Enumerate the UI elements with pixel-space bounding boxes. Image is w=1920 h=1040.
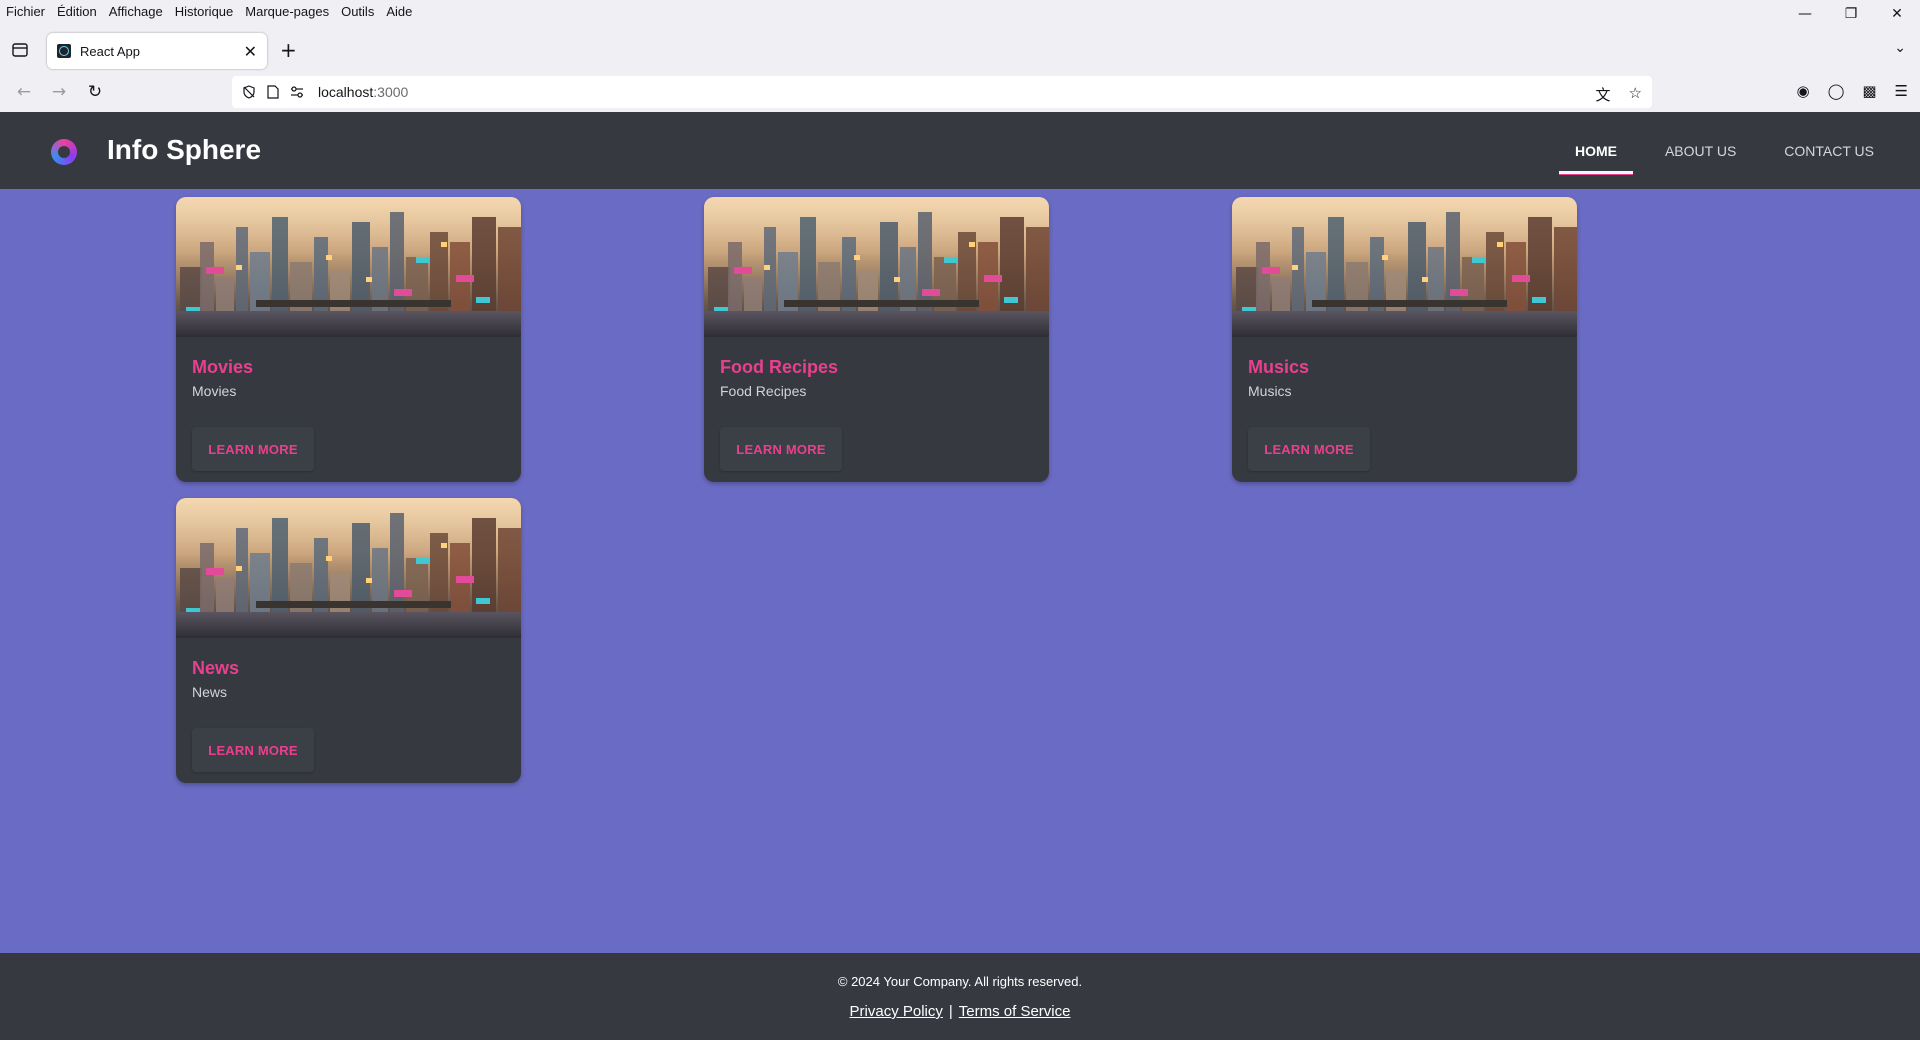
terms-of-service-link[interactable]: Terms of Service	[959, 1003, 1071, 1020]
card-description: Movies	[192, 383, 237, 399]
restore-icon[interactable]: ❐	[1828, 0, 1874, 28]
menu-fichier[interactable]: Fichier	[0, 4, 51, 19]
footer-copyright: © 2024 Your Company. All rights reserved…	[837, 974, 1083, 989]
url-host: localhost	[318, 84, 374, 100]
card-image	[176, 498, 521, 638]
card-image	[1232, 197, 1577, 337]
url-text: localhost:3000	[318, 84, 408, 100]
close-window-icon[interactable]: ✕	[1874, 0, 1920, 28]
tab-list-icon[interactable]	[8, 38, 32, 62]
page-icon[interactable]	[266, 85, 280, 99]
card-description: Food Recipes	[720, 383, 807, 399]
learn-more-button[interactable]: LEARN MORE	[720, 427, 842, 471]
menu-outils[interactable]: Outils	[335, 4, 380, 19]
card-musics: Musics Musics LEARN MORE	[1232, 197, 1577, 482]
learn-more-button[interactable]: LEARN MORE	[1248, 427, 1370, 471]
menu-hamburger-icon[interactable]: ☰	[1895, 82, 1908, 100]
toolbar-right: ◉ ◯ ▩ ☰	[1796, 82, 1908, 100]
card-image	[704, 197, 1049, 337]
window-controls: — ❐ ✕	[1782, 0, 1920, 28]
chevron-down-icon[interactable]: ⌄	[1894, 40, 1906, 56]
privacy-policy-link[interactable]: Privacy Policy	[850, 1003, 943, 1020]
translate-icon[interactable]: 文	[1596, 84, 1611, 105]
react-favicon-icon	[57, 44, 71, 58]
site-logo-icon[interactable]	[51, 139, 77, 165]
nav-contact-us[interactable]: CONTACT US	[1768, 112, 1890, 189]
tab-title: React App	[80, 43, 140, 59]
back-icon[interactable]: ←	[12, 80, 36, 104]
site-header: Info Sphere HOME ABOUT US CONTACT US	[0, 112, 1920, 189]
menu-marque-pages[interactable]: Marque-pages	[239, 4, 335, 19]
learn-more-button[interactable]: LEARN MORE	[192, 427, 314, 471]
nav-home[interactable]: HOME	[1558, 112, 1633, 189]
permissions-icon[interactable]	[290, 85, 304, 99]
forward-icon[interactable]: →	[47, 80, 71, 104]
site-footer: © 2024 Your Company. All rights reserved…	[0, 953, 1920, 1040]
card-news: News News LEARN MORE	[176, 498, 521, 783]
new-tab-icon[interactable]: +	[280, 40, 297, 60]
menu-aide[interactable]: Aide	[380, 4, 418, 19]
card-image	[176, 197, 521, 337]
minimize-icon[interactable]: —	[1782, 0, 1828, 28]
footer-separator: |	[948, 1003, 953, 1020]
pocket-icon[interactable]: ◉	[1796, 82, 1809, 100]
url-port: :3000	[373, 84, 409, 100]
close-tab-icon[interactable]: ✕	[244, 42, 257, 61]
tracking-protection-icon[interactable]	[242, 85, 256, 99]
menu-affichage[interactable]: Affichage	[103, 4, 169, 19]
bookmark-star-icon[interactable]: ☆	[1629, 84, 1642, 105]
card-title: News	[192, 658, 240, 678]
page-viewport: Info Sphere HOME ABOUT US CONTACT US Mov…	[0, 112, 1920, 1040]
account-icon[interactable]: ◯	[1828, 82, 1845, 100]
tab-react-app[interactable]: React App ✕	[47, 33, 267, 69]
card-description: Musics	[1248, 383, 1292, 399]
reload-icon[interactable]: ↻	[83, 80, 107, 104]
tab-bar: React App ✕ + ⌄	[0, 28, 1920, 72]
menu-historique[interactable]: Historique	[169, 4, 240, 19]
card-title: Movies	[192, 357, 254, 377]
menu-edition[interactable]: Édition	[51, 4, 103, 19]
extensions-icon[interactable]: ▩	[1862, 82, 1876, 100]
card-title: Musics	[1248, 357, 1310, 377]
card-description: News	[192, 684, 228, 700]
menu-bar: Fichier Édition Affichage Historique Mar…	[0, 0, 1920, 22]
url-bar[interactable]: localhost:3000 文 ☆	[232, 76, 1652, 108]
nav-toolbar: ← → ↻ localhost:3000 文 ☆ ◉ ◯ ▩ ☰	[0, 72, 1920, 112]
nav-about-us[interactable]: ABOUT US	[1649, 112, 1752, 189]
card-food-recipes: Food Recipes Food Recipes LEARN MORE	[704, 197, 1049, 482]
site-brand[interactable]: Info Sphere	[107, 134, 261, 166]
url-actions: 文 ☆	[1596, 84, 1642, 105]
site-nav: HOME ABOUT US CONTACT US	[1543, 112, 1890, 189]
learn-more-button[interactable]: LEARN MORE	[192, 728, 314, 772]
card-movies: Movies Movies LEARN MORE	[176, 197, 521, 482]
footer-links: Privacy Policy | Terms of Service	[0, 1003, 1920, 1020]
card-title: Food Recipes	[720, 357, 839, 377]
